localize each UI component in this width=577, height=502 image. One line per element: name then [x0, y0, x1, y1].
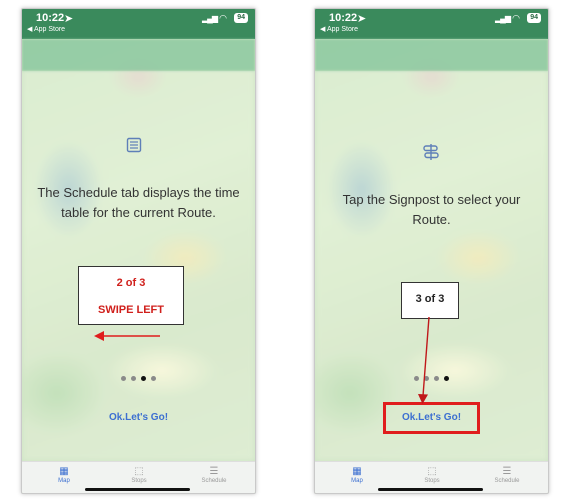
schedule-icon: ☰	[502, 466, 512, 477]
tab-stops[interactable]: ⬚ Stops	[114, 466, 164, 484]
tab-bar: ▦ Map ⬚ Stops ☰ Schedule	[22, 461, 255, 493]
page-dot[interactable]	[131, 376, 136, 381]
page-dot-active[interactable]	[444, 376, 449, 381]
tab-schedule[interactable]: ☰ Schedule	[189, 466, 239, 484]
page-indicator[interactable]	[22, 368, 255, 386]
stops-icon: ⬚	[134, 466, 144, 477]
status-bar: 10:22 ➤ ◀ App Store ▂▄▆ ◠ 94	[315, 9, 548, 39]
signpost-icon	[422, 143, 440, 165]
wifi-icon: ◠	[512, 13, 520, 23]
schedule-list-icon	[126, 137, 142, 157]
status-time: 10:22	[329, 12, 358, 24]
cta-highlight-box	[383, 402, 480, 434]
tab-map[interactable]: ▦ Map	[39, 466, 89, 484]
back-to-app-store-link[interactable]: ◀ App Store	[320, 25, 358, 33]
nav-bar	[315, 39, 548, 71]
home-indicator	[85, 488, 190, 491]
stops-icon: ⬚	[427, 466, 437, 477]
status-bar: 10:22 ➤ ◀ App Store ▂▄▆ ◠ 94	[22, 9, 255, 39]
schedule-icon: ☰	[209, 466, 219, 477]
back-to-app-store-link[interactable]: ◀ App Store	[27, 25, 65, 33]
page-dot[interactable]	[434, 376, 439, 381]
phone-screen-schedule-tip: 10:22 ➤ ◀ App Store ▂▄▆ ◠ 94 The Schedule…	[21, 8, 256, 494]
tab-label: Map	[58, 478, 70, 484]
tab-label: Schedule	[201, 478, 227, 484]
location-arrow-icon: ➤	[357, 13, 367, 25]
page-dot[interactable]	[151, 376, 156, 381]
location-arrow-icon: ➤	[64, 13, 74, 25]
onboarding-message: The Schedule tab displays the time table…	[37, 185, 240, 220]
home-indicator	[378, 488, 483, 491]
step-callout-2-of-3: 2 of 3 SWIPE LEFT	[78, 266, 184, 325]
tab-map[interactable]: ▦ Map	[332, 466, 382, 484]
tab-label: Schedule	[494, 478, 520, 484]
page-dot[interactable]	[424, 376, 429, 381]
page-dot-active[interactable]	[141, 376, 146, 381]
tab-label: Stops	[424, 478, 440, 484]
nav-bar	[22, 39, 255, 71]
step-callout-3-of-3: 3 of 3	[401, 282, 459, 319]
callout-hint-label: SWIPE LEFT	[98, 304, 164, 316]
page-dot[interactable]	[121, 376, 126, 381]
tab-stops[interactable]: ⬚ Stops	[407, 466, 457, 484]
battery-level: 94	[527, 13, 541, 23]
battery-level: 94	[234, 13, 248, 23]
callout-step-label: 2 of 3	[116, 277, 146, 289]
onboarding-message: Tap the Signpost to select your Route.	[342, 192, 521, 227]
tab-label: Map	[351, 478, 363, 484]
cellular-signal-icon: ▂▄▆	[495, 14, 511, 23]
map-icon: ▦	[352, 466, 362, 477]
page-indicator[interactable]	[315, 368, 548, 386]
tab-label: Stops	[131, 478, 147, 484]
callout-step-label: 3 of 3	[415, 293, 445, 305]
map-icon: ▦	[59, 466, 69, 477]
wifi-icon: ◠	[219, 13, 227, 23]
ok-lets-go-button[interactable]: Ok.Let's Go!	[22, 412, 255, 423]
page-dot[interactable]	[414, 376, 419, 381]
tab-bar: ▦ Map ⬚ Stops ☰ Schedule	[315, 461, 548, 493]
cellular-signal-icon: ▂▄▆	[202, 14, 218, 23]
status-time: 10:22	[36, 12, 65, 24]
tab-schedule[interactable]: ☰ Schedule	[482, 466, 532, 484]
